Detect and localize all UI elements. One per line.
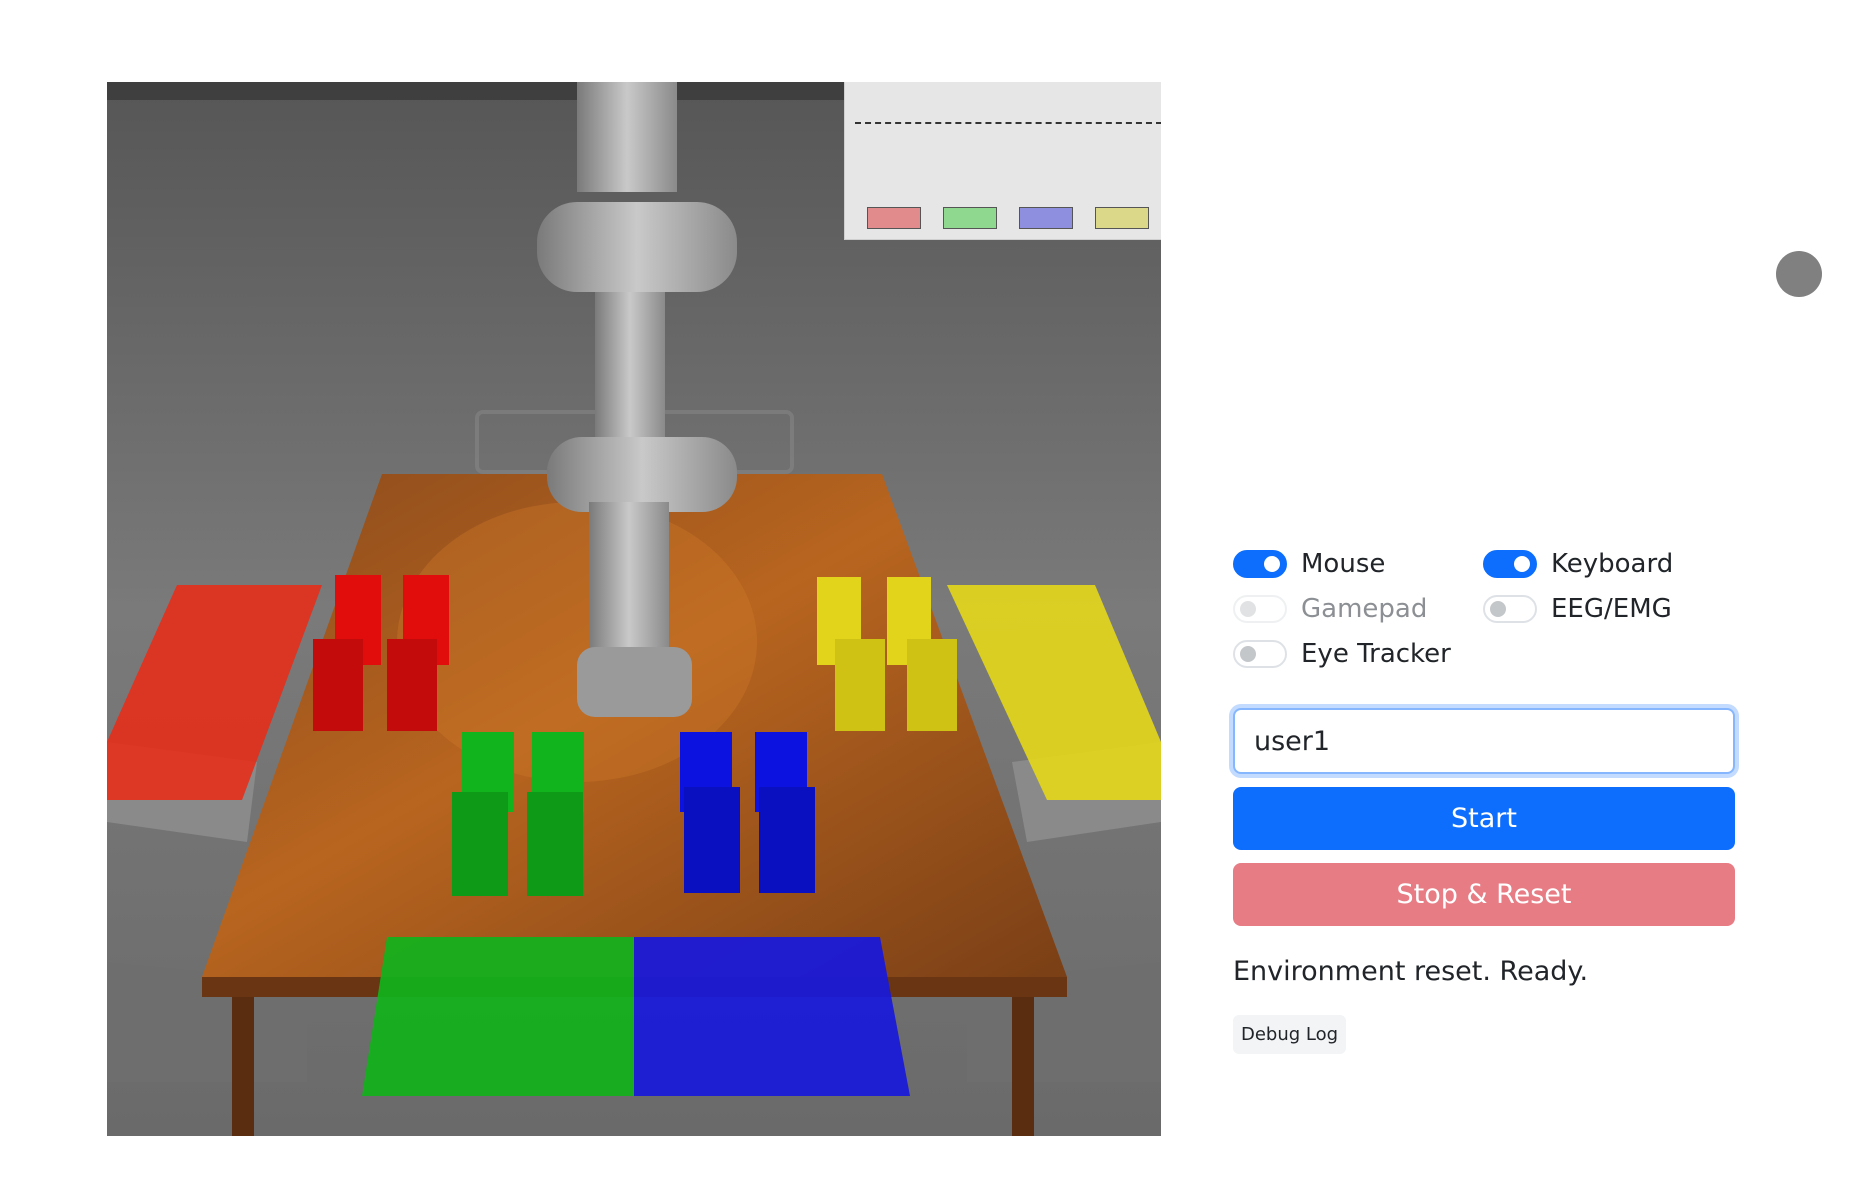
toggle-label-gamepad: Gamepad [1301, 594, 1428, 624]
switch-knob [1514, 556, 1530, 572]
toggle-eeg-emg[interactable]: EEG/EMG [1483, 593, 1733, 625]
start-button[interactable]: Start [1233, 787, 1735, 850]
bin-swatch [1095, 207, 1149, 229]
status-message: Environment reset. Ready. [1233, 956, 1589, 987]
switch-knob [1490, 601, 1506, 617]
switch-knob [1264, 556, 1280, 572]
connection-status-dot [1776, 251, 1822, 297]
debug-log-button[interactable]: Debug Log [1233, 1015, 1347, 1054]
toggle-gamepad[interactable]: Gamepad [1233, 593, 1483, 625]
simulation-view[interactable] [107, 82, 1161, 1136]
control-panel: Mouse Keyboard Gamepad EEG/EMG Eye Track… [1233, 548, 1735, 1054]
stop-reset-button[interactable]: Stop & Reset [1233, 863, 1735, 926]
toggle-label-eye-tracker: Eye Tracker [1301, 639, 1451, 669]
toggle-mouse[interactable]: Mouse [1233, 548, 1483, 580]
threshold-line [855, 122, 1161, 124]
bin-swatch [867, 207, 921, 229]
switch-knob [1240, 646, 1256, 662]
toggle-keyboard[interactable]: Keyboard [1483, 548, 1733, 580]
toggle-label-keyboard: Keyboard [1551, 549, 1674, 579]
switch-knob [1240, 601, 1256, 617]
bin-swatch [943, 207, 997, 229]
robot-scene [107, 82, 1161, 1136]
toggle-label-eeg-emg: EEG/EMG [1551, 594, 1672, 624]
mouse-switch[interactable] [1233, 550, 1287, 578]
bin-overlay-panel [844, 82, 1161, 240]
eye-tracker-switch[interactable] [1233, 640, 1287, 668]
eeg-emg-switch[interactable] [1483, 595, 1537, 623]
user-id-input[interactable] [1233, 708, 1735, 774]
gamepad-switch[interactable] [1233, 595, 1287, 623]
toggle-eye-tracker[interactable]: Eye Tracker [1233, 638, 1483, 670]
bin-swatch [1019, 207, 1073, 229]
input-toggle-grid: Mouse Keyboard Gamepad EEG/EMG Eye Track… [1233, 548, 1735, 670]
bin-legend [867, 207, 1149, 229]
keyboard-switch[interactable] [1483, 550, 1537, 578]
toggle-label-mouse: Mouse [1301, 549, 1386, 579]
